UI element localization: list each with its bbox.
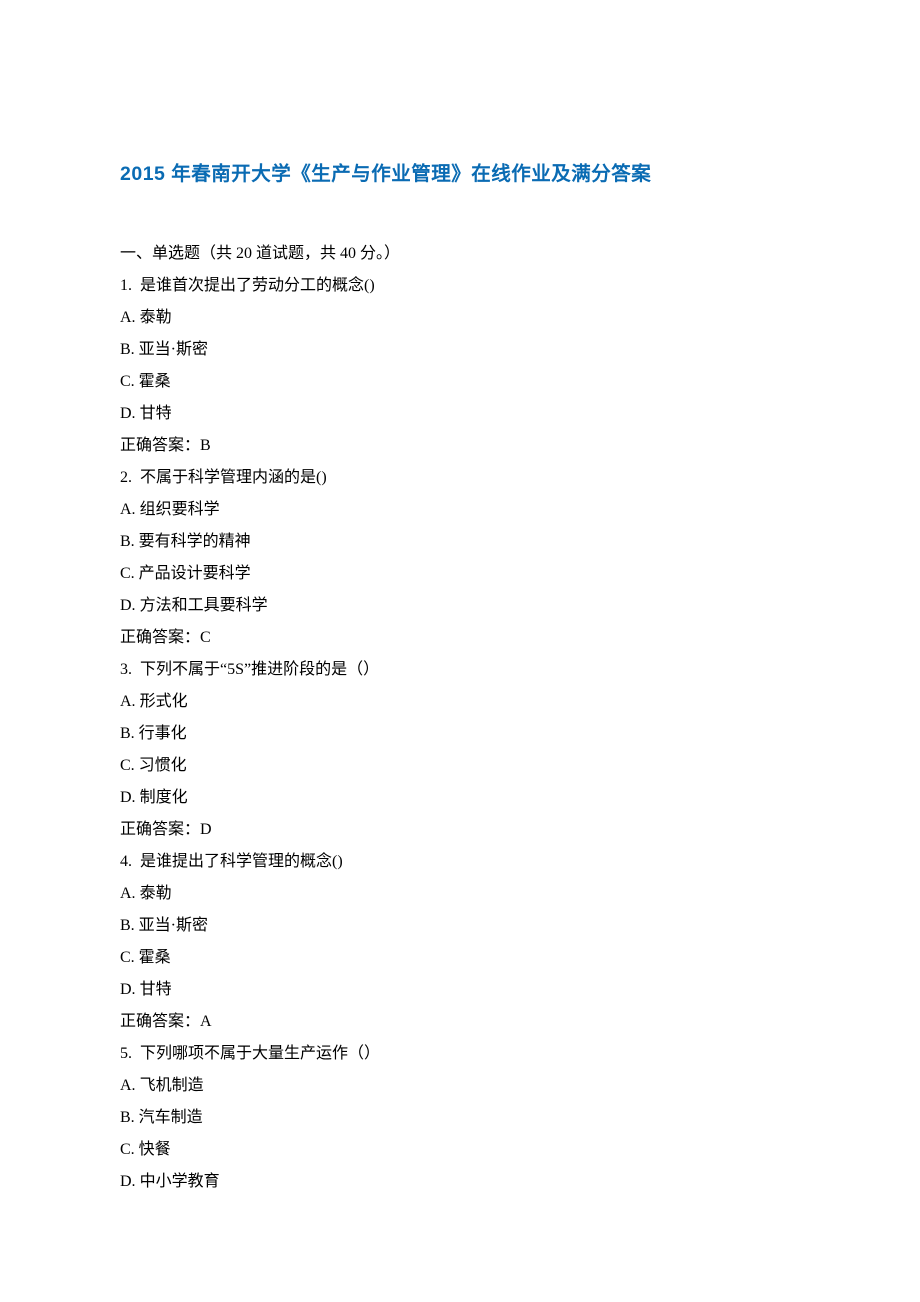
option-text: 行事化	[139, 725, 187, 742]
answer-prefix: 正确答案：	[120, 629, 200, 646]
question-1-answer: 正确答案：B	[120, 430, 800, 462]
question-1-option-a: A. 泰勒	[120, 302, 800, 334]
question-3-option-a: A. 形式化	[120, 686, 800, 718]
answer-value: B	[200, 437, 211, 454]
option-label: D.	[120, 405, 136, 422]
option-label: B.	[120, 341, 135, 358]
answer-prefix: 正确答案：	[120, 821, 200, 838]
question-3-option-c: C. 习惯化	[120, 750, 800, 782]
question-2-stem: 2. 不属于科学管理内涵的是()	[120, 462, 800, 494]
option-text: 甘特	[140, 405, 172, 422]
option-label: D.	[120, 597, 136, 614]
option-label: C.	[120, 757, 135, 774]
question-3-option-b: B. 行事化	[120, 718, 800, 750]
option-text: 汽车制造	[139, 1109, 203, 1126]
option-text: 制度化	[140, 789, 188, 806]
question-text: 是谁首次提出了劳动分工的概念()	[140, 277, 375, 294]
option-text: 快餐	[139, 1141, 171, 1158]
question-3-stem: 3. 下列不属于“5S”推进阶段的是（）	[120, 654, 800, 686]
question-1-option-c: C. 霍桑	[120, 366, 800, 398]
answer-value: D	[200, 821, 212, 838]
option-label: D.	[120, 1173, 136, 1190]
option-label: A.	[120, 1077, 136, 1094]
option-label: C.	[120, 565, 135, 582]
option-text: 中小学教育	[140, 1173, 220, 1190]
question-text: 不属于科学管理内涵的是()	[140, 469, 327, 486]
question-number: 2.	[120, 469, 136, 486]
option-text: 飞机制造	[140, 1077, 204, 1094]
option-label: C.	[120, 949, 135, 966]
option-label: C.	[120, 1141, 135, 1158]
question-number: 3.	[120, 661, 136, 678]
question-1-option-d: D. 甘特	[120, 398, 800, 430]
question-3-option-d: D. 制度化	[120, 782, 800, 814]
option-text: 方法和工具要科学	[140, 597, 268, 614]
answer-value: C	[200, 629, 211, 646]
option-label: B.	[120, 725, 135, 742]
question-5-option-b: B. 汽车制造	[120, 1102, 800, 1134]
question-5-option-d: D. 中小学教育	[120, 1166, 800, 1198]
option-label: B.	[120, 533, 135, 550]
question-text: 下列不属于“5S”推进阶段的是（）	[140, 661, 379, 678]
option-text: 习惯化	[139, 757, 187, 774]
option-label: D.	[120, 789, 136, 806]
answer-value: A	[200, 1013, 212, 1030]
document-title: 2015 年春南开大学《生产与作业管理》在线作业及满分答案	[120, 155, 800, 194]
question-number: 4.	[120, 853, 136, 870]
question-4-option-d: D. 甘特	[120, 974, 800, 1006]
option-label: A.	[120, 885, 136, 902]
question-3-answer: 正确答案：D	[120, 814, 800, 846]
option-text: 泰勒	[140, 309, 172, 326]
question-4-option-b: B. 亚当·斯密	[120, 910, 800, 942]
question-4-stem: 4. 是谁提出了科学管理的概念()	[120, 846, 800, 878]
option-text: 霍桑	[139, 373, 171, 390]
option-label: D.	[120, 981, 136, 998]
question-2-answer: 正确答案：C	[120, 622, 800, 654]
option-text: 甘特	[140, 981, 172, 998]
option-text: 泰勒	[140, 885, 172, 902]
question-5-stem: 5. 下列哪项不属于大量生产运作（）	[120, 1038, 800, 1070]
option-label: B.	[120, 917, 135, 934]
option-text: 产品设计要科学	[139, 565, 251, 582]
answer-prefix: 正确答案：	[120, 437, 200, 454]
question-5-option-a: A. 飞机制造	[120, 1070, 800, 1102]
question-2-option-d: D. 方法和工具要科学	[120, 590, 800, 622]
option-text: 霍桑	[139, 949, 171, 966]
option-text: 形式化	[140, 693, 188, 710]
option-label: C.	[120, 373, 135, 390]
section-header: 一、单选题（共 20 道试题，共 40 分。）	[120, 238, 800, 270]
question-2-option-b: B. 要有科学的精神	[120, 526, 800, 558]
question-4-option-a: A. 泰勒	[120, 878, 800, 910]
option-label: A.	[120, 501, 136, 518]
question-1-option-b: B. 亚当·斯密	[120, 334, 800, 366]
question-4-answer: 正确答案：A	[120, 1006, 800, 1038]
question-number: 1.	[120, 277, 136, 294]
option-text: 亚当·斯密	[139, 341, 208, 358]
option-text: 要有科学的精神	[139, 533, 251, 550]
question-number: 5.	[120, 1045, 136, 1062]
question-2-option-c: C. 产品设计要科学	[120, 558, 800, 590]
question-4-option-c: C. 霍桑	[120, 942, 800, 974]
question-1-stem: 1. 是谁首次提出了劳动分工的概念()	[120, 270, 800, 302]
question-text: 是谁提出了科学管理的概念()	[140, 853, 343, 870]
option-label: A.	[120, 693, 136, 710]
question-text: 下列哪项不属于大量生产运作（）	[140, 1045, 380, 1062]
question-5-option-c: C. 快餐	[120, 1134, 800, 1166]
option-label: A.	[120, 309, 136, 326]
option-text: 组织要科学	[140, 501, 220, 518]
answer-prefix: 正确答案：	[120, 1013, 200, 1030]
question-2-option-a: A. 组织要科学	[120, 494, 800, 526]
option-label: B.	[120, 1109, 135, 1126]
option-text: 亚当·斯密	[139, 917, 208, 934]
